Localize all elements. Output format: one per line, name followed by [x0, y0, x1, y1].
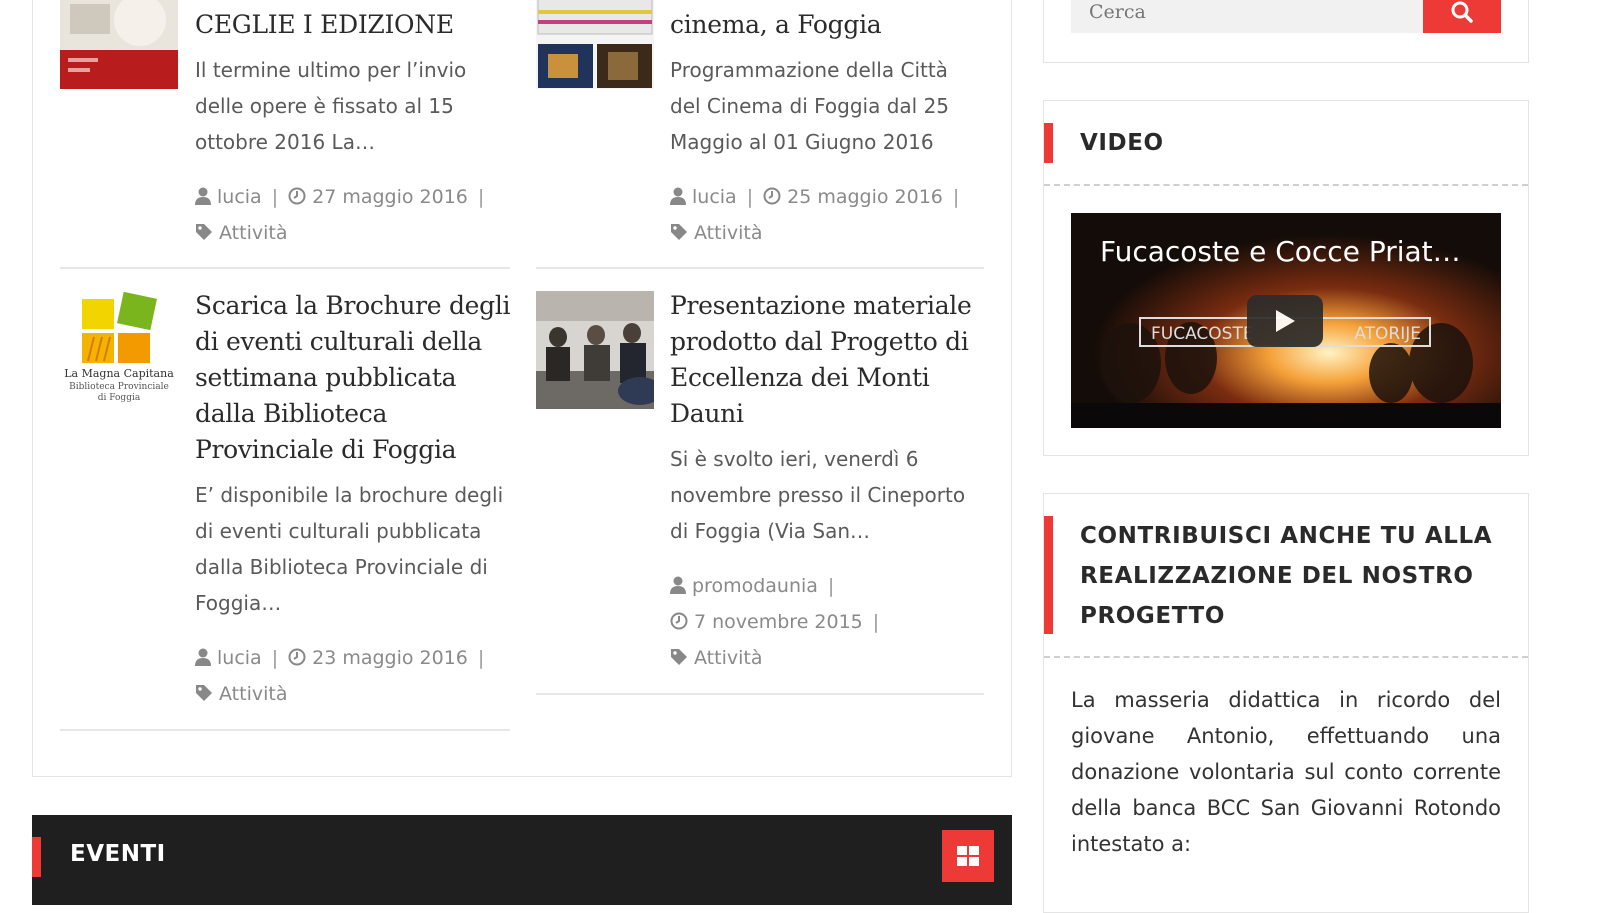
user-icon: [195, 181, 211, 217]
svg-text:di Foggia: di Foggia: [98, 393, 141, 403]
post-category-link[interactable]: Attività: [219, 683, 287, 705]
clock-icon: [670, 606, 688, 642]
post-title[interactable]: Scarica la Brochure degli di eventi cult…: [195, 288, 515, 468]
widget-accent: [1044, 516, 1053, 634]
video-caption-left: FUCACOSTE: [1151, 324, 1254, 344]
post-thumbnail[interactable]: La Magna Capitana Biblioteca Provinciale…: [60, 291, 178, 409]
post-excerpt: Il termine ultimo per l’invio delle oper…: [195, 58, 467, 154]
play-icon: [1276, 310, 1295, 332]
post-category-link[interactable]: Attività: [694, 647, 762, 669]
post-meta: lucia | 25 maggio 2016 |: [670, 179, 969, 217]
search-icon: [1451, 1, 1473, 23]
video-player[interactable]: Fucacoste e Cocce Priat… FUCACOSTE ATORI…: [1071, 213, 1501, 428]
post-category: Attività: [195, 676, 287, 714]
tag-icon: [670, 642, 688, 678]
post-excerpt: Programmazione della Città del Cinema di…: [670, 58, 950, 154]
post-category-link[interactable]: Attività: [219, 222, 287, 244]
widget-divider: [1044, 184, 1528, 186]
post-title[interactable]: Presentazione materiale prodotto dal Pro…: [670, 288, 990, 432]
posts-panel: CEGLIE I EDIZIONE Il termine ultimo per …: [32, 0, 1012, 777]
post-title[interactable]: CEGLIE I EDIZIONE: [195, 7, 515, 43]
post-excerpt: E’ disponibile la brochure degli di even…: [195, 483, 504, 615]
post-meta: promodaunia |: [670, 568, 844, 606]
video-caption-right: ATORIJE: [1354, 324, 1421, 344]
post-category-link[interactable]: Attività: [694, 222, 762, 244]
post-date: 27 maggio 2016: [312, 186, 468, 208]
video-widget-title: VIDEO: [1080, 130, 1164, 156]
post-date: 23 maggio 2016: [312, 647, 468, 669]
clock-icon: [763, 181, 781, 217]
post-author[interactable]: lucia: [692, 186, 737, 208]
post-date: 25 maggio 2016: [787, 186, 943, 208]
magna-capitana-logo: La Magna Capitana Biblioteca Provinciale…: [60, 291, 178, 409]
video-title[interactable]: Fucacoste e Cocce Priat…: [1100, 235, 1461, 268]
play-button[interactable]: [1247, 295, 1323, 347]
post-meta: lucia | 23 maggio 2016 |: [195, 640, 494, 678]
clock-icon: [288, 642, 306, 678]
user-icon: [195, 642, 211, 678]
post-thumbnail[interactable]: [60, 0, 178, 89]
widget-divider: [1044, 656, 1528, 658]
contribute-text: La masseria didattica in ricordo del gio…: [1071, 688, 1501, 856]
contribute-widget-title: CONTRIBUISCI ANCHE TU ALLA REALIZZAZIONE…: [1080, 523, 1493, 629]
search-input[interactable]: [1071, 0, 1423, 33]
post-meta-date: 7 novembre 2015 |: [670, 604, 889, 642]
section-accent: [32, 837, 41, 877]
clock-icon: [288, 181, 306, 217]
post-excerpt: Si è svolto ieri, venerdì 6 novembre pre…: [670, 447, 966, 543]
tag-icon: [195, 678, 213, 714]
post-thumbnail[interactable]: [536, 0, 654, 89]
user-icon: [670, 181, 686, 217]
grid-icon: [957, 846, 979, 866]
contribute-widget: CONTRIBUISCI ANCHE TU ALLA REALIZZAZIONE…: [1043, 493, 1529, 913]
post-date: 7 novembre 2015: [694, 611, 863, 633]
eventi-title: EVENTI: [70, 841, 166, 867]
post-divider: [60, 729, 510, 731]
post-author[interactable]: lucia: [217, 647, 262, 669]
post-category: Attività: [670, 640, 762, 678]
post-thumbnail[interactable]: [536, 291, 654, 409]
post-author[interactable]: lucia: [217, 186, 262, 208]
post-category: Attività: [670, 215, 762, 253]
user-icon: [670, 570, 686, 606]
post-category: Attività: [195, 215, 287, 253]
post-divider: [60, 267, 510, 269]
post-divider: [536, 693, 984, 695]
tag-icon: [195, 217, 213, 253]
widget-accent: [1044, 123, 1053, 163]
post-meta: lucia | 27 maggio 2016 |: [195, 179, 494, 217]
grid-view-button[interactable]: [942, 830, 994, 882]
svg-text:La Magna Capitana: La Magna Capitana: [64, 367, 174, 380]
post-author[interactable]: promodaunia: [692, 575, 818, 597]
svg-text:Biblioteca Provinciale: Biblioteca Provinciale: [69, 382, 169, 392]
tag-icon: [670, 217, 688, 253]
post-divider: [536, 267, 984, 269]
post-title[interactable]: cinema, a Foggia: [670, 7, 990, 43]
eventi-section-header: EVENTI: [32, 815, 1012, 905]
search-button[interactable]: [1423, 0, 1501, 33]
search-widget: [1043, 0, 1529, 63]
video-widget: VIDEO Fucacoste e Cocce Priat… FUCACOSTE…: [1043, 100, 1529, 456]
